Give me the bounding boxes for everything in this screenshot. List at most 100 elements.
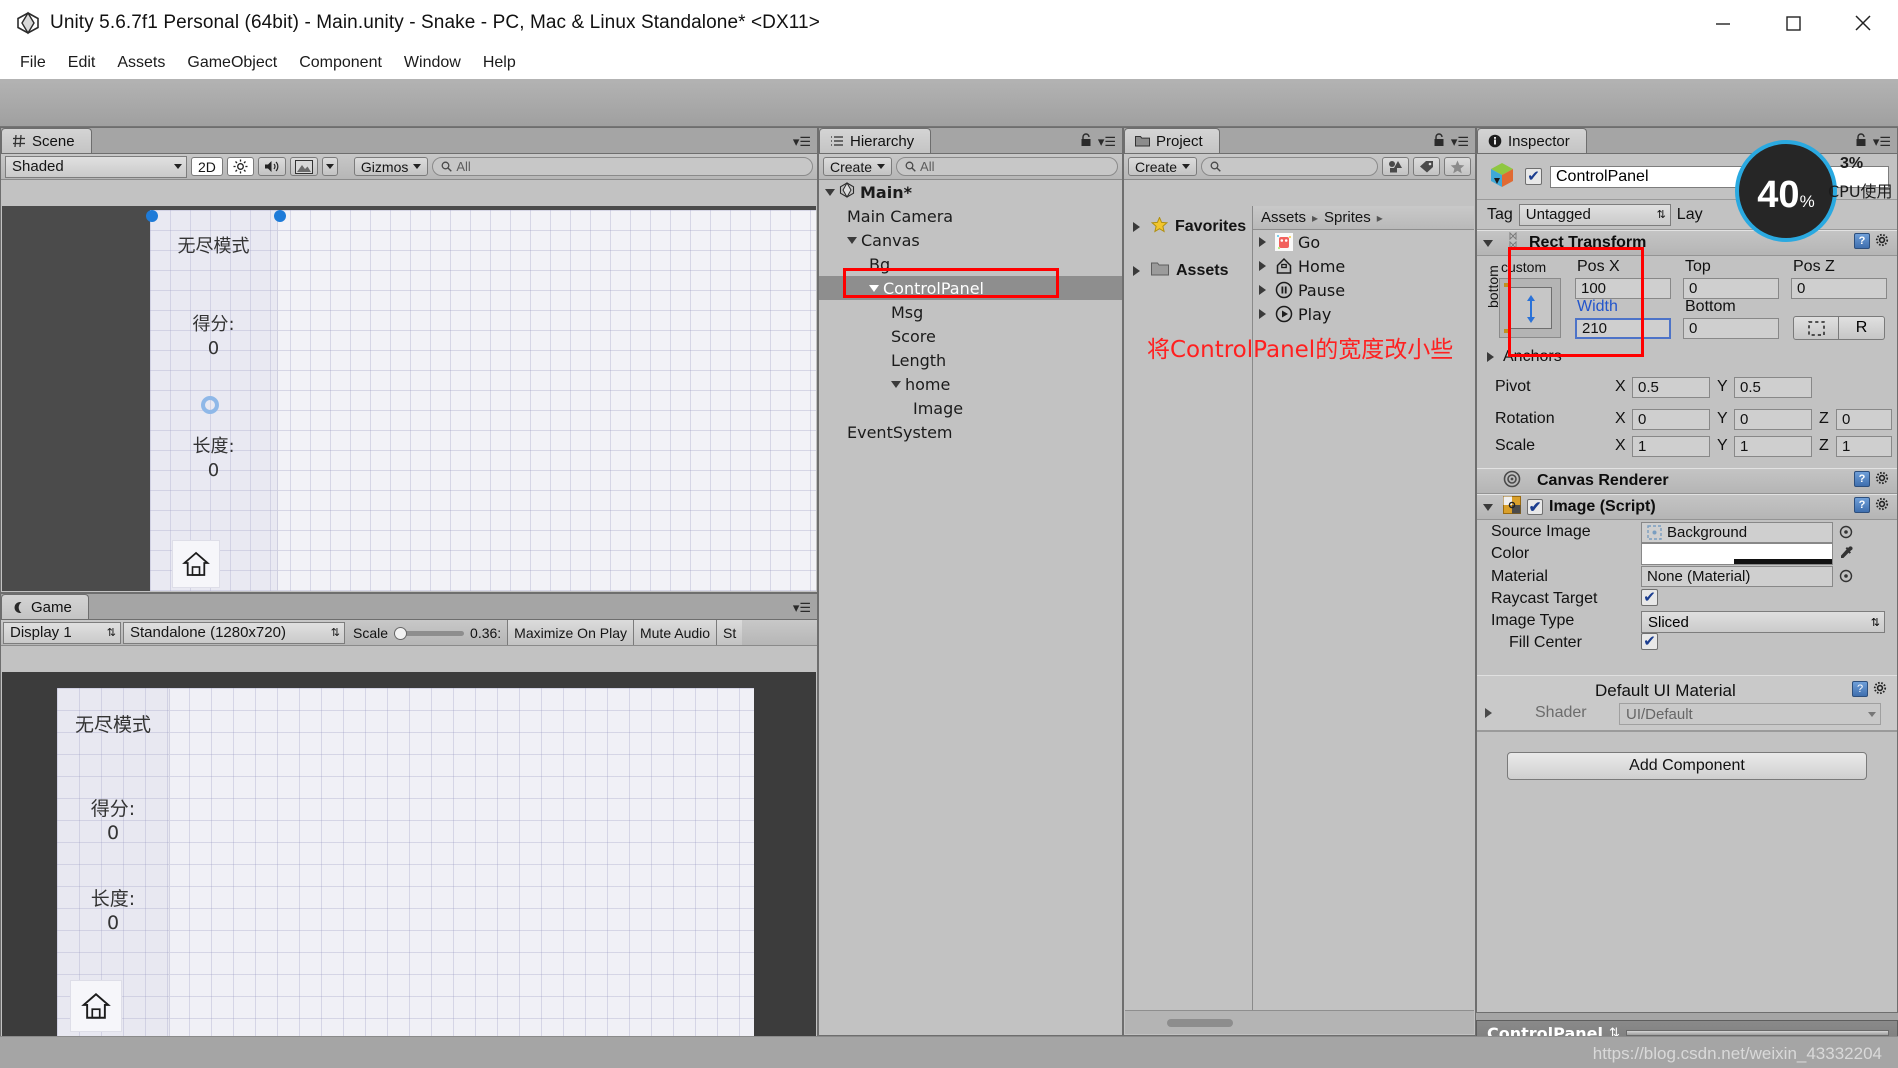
- material-picker-icon[interactable]: [1839, 569, 1853, 587]
- posx-input[interactable]: 100: [1575, 278, 1671, 299]
- project-contents[interactable]: Assets ▸ Sprites ▸ Go Home Pause Play: [1253, 206, 1474, 1010]
- breadcrumb-sprites[interactable]: Sprites: [1324, 209, 1371, 226]
- chevron-right-icon[interactable]: [1485, 708, 1492, 718]
- chevron-down-icon[interactable]: [869, 284, 879, 292]
- help-icon[interactable]: ?: [1854, 496, 1870, 513]
- tab-scene[interactable]: Scene: [1, 128, 92, 153]
- hierarchy-item-score[interactable]: Score: [819, 324, 1122, 348]
- game-scale-slider[interactable]: Scale 0.36:: [347, 625, 507, 641]
- chevron-right-icon[interactable]: [1259, 237, 1266, 247]
- tab-inspector[interactable]: Inspector: [1477, 128, 1587, 153]
- lock-icon[interactable]: [1855, 133, 1867, 151]
- color-eyedropper-icon[interactable]: [1839, 545, 1854, 564]
- raycast-target-checkbox[interactable]: [1641, 589, 1658, 606]
- material-input[interactable]: None (Material): [1641, 566, 1833, 587]
- gameobject-enabled-checkbox[interactable]: [1525, 168, 1542, 185]
- chevron-right-icon[interactable]: [1133, 222, 1140, 232]
- lock-icon[interactable]: [1433, 133, 1445, 151]
- minimize-icon[interactable]: [1688, 0, 1758, 46]
- lighting-icon[interactable]: [226, 157, 254, 176]
- project-create-button[interactable]: Create: [1128, 157, 1198, 176]
- chevron-down-icon[interactable]: [847, 236, 857, 244]
- filter-by-type-icon[interactable]: [1382, 157, 1409, 176]
- pivot-x-input[interactable]: 0.5: [1632, 377, 1710, 398]
- project-asset-pause[interactable]: Pause: [1253, 278, 1474, 302]
- chevron-right-icon[interactable]: [1259, 261, 1266, 271]
- chevron-down-icon[interactable]: [825, 188, 835, 196]
- scale-z-input[interactable]: 1: [1836, 436, 1892, 457]
- tab-project[interactable]: Project: [1124, 128, 1220, 153]
- hierarchy-item-image[interactable]: Image: [819, 396, 1122, 420]
- scene-drawmode-dropdown[interactable]: Shaded: [5, 155, 187, 178]
- hierarchy-item-bg[interactable]: Bg: [819, 252, 1122, 276]
- project-asset-go[interactable]: Go: [1253, 230, 1474, 254]
- menu-assets[interactable]: Assets: [106, 51, 176, 75]
- mute-audio-toggle[interactable]: Mute Audio: [633, 620, 718, 645]
- scene-viewport[interactable]: 无尽模式 得分: 0 长度: 0: [2, 206, 816, 591]
- source-image-input[interactable]: Background: [1641, 522, 1833, 543]
- close-icon[interactable]: [1828, 0, 1898, 46]
- scene-search-input[interactable]: All: [432, 157, 813, 176]
- favorites-star-icon[interactable]: [1444, 157, 1471, 176]
- chevron-down-icon[interactable]: [1483, 239, 1493, 247]
- hierarchy-tree[interactable]: Main* Main Camera Canvas Bg ControlPanel Msg S…: [819, 180, 1122, 1035]
- gear-icon[interactable]: [1875, 471, 1891, 492]
- hierarchy-panel-menu-icon[interactable]: ▾☰: [1098, 134, 1116, 150]
- width-input[interactable]: 210: [1575, 318, 1671, 339]
- chevron-down-icon[interactable]: [891, 380, 901, 388]
- maximize-on-play-toggle[interactable]: Maximize On Play: [507, 620, 634, 645]
- hierarchy-item-eventsystem[interactable]: EventSystem: [819, 420, 1122, 444]
- menu-edit[interactable]: Edit: [57, 51, 107, 75]
- menu-gameobject[interactable]: GameObject: [176, 51, 288, 75]
- chevron-right-icon[interactable]: [1259, 285, 1266, 295]
- fill-center-checkbox[interactable]: [1641, 633, 1658, 650]
- component-header-rect-transform[interactable]: Rect Transform ?: [1477, 230, 1897, 256]
- help-icon[interactable]: ?: [1854, 470, 1870, 487]
- help-icon[interactable]: ?: [1854, 232, 1870, 249]
- inspector-panel-menu-icon[interactable]: ▾☰: [1873, 134, 1891, 150]
- scene-panel-menu-icon[interactable]: ▾☰: [793, 134, 811, 150]
- scale-x-input[interactable]: 1: [1632, 436, 1710, 457]
- hierarchy-item-length[interactable]: Length: [819, 348, 1122, 372]
- rotation-x-input[interactable]: 0: [1632, 409, 1710, 430]
- effects-icon[interactable]: [289, 157, 318, 176]
- shader-dropdown[interactable]: UI/Default: [1619, 703, 1881, 725]
- hierarchy-item-home[interactable]: home: [819, 372, 1122, 396]
- image-type-dropdown[interactable]: Sliced ⇅: [1641, 611, 1885, 633]
- project-scroll-thumb[interactable]: [1167, 1018, 1233, 1027]
- project-panel-menu-icon[interactable]: ▾☰: [1451, 134, 1469, 150]
- home-icon[interactable]: [70, 980, 122, 1032]
- chevron-right-icon[interactable]: [1133, 266, 1140, 276]
- project-asset-list[interactable]: Go Home Pause Play: [1253, 230, 1474, 326]
- tab-hierarchy[interactable]: Hierarchy: [819, 128, 932, 153]
- menu-window[interactable]: Window: [393, 51, 472, 75]
- stats-toggle[interactable]: St: [717, 620, 743, 645]
- pivot-y-input[interactable]: 0.5: [1734, 377, 1812, 398]
- effects-dropdown-icon[interactable]: [321, 157, 338, 176]
- filter-by-label-icon[interactable]: [1413, 157, 1440, 176]
- breadcrumb-assets[interactable]: Assets: [1261, 209, 1306, 226]
- scale-y-input[interactable]: 1: [1734, 436, 1812, 457]
- game-resolution-dropdown[interactable]: Standalone (1280x720) ⇅: [123, 621, 345, 644]
- project-tree-item-assets[interactable]: Assets: [1125, 256, 1252, 286]
- gear-icon[interactable]: [1873, 681, 1889, 701]
- help-icon[interactable]: ?: [1852, 681, 1868, 697]
- game-panel-menu-icon[interactable]: ▾☰: [793, 600, 811, 616]
- gizmos-button[interactable]: Gizmos: [353, 157, 429, 176]
- raw-edit-button[interactable]: R: [1839, 316, 1885, 340]
- menu-help[interactable]: Help: [472, 51, 527, 75]
- anchors-foldout[interactable]: Anchors: [1487, 348, 1562, 366]
- project-asset-play[interactable]: Play: [1253, 302, 1474, 326]
- lock-icon[interactable]: [1080, 133, 1092, 151]
- menu-component[interactable]: Component: [288, 51, 393, 75]
- hierarchy-item-main-[interactable]: Main*: [819, 180, 1122, 204]
- hierarchy-item-controlpanel[interactable]: ControlPanel: [819, 276, 1122, 300]
- hierarchy-create-button[interactable]: Create: [823, 157, 893, 176]
- chevron-right-icon[interactable]: [1259, 309, 1266, 319]
- maximize-icon[interactable]: [1758, 0, 1828, 46]
- chevron-down-icon[interactable]: [1483, 503, 1493, 511]
- color-swatch[interactable]: [1641, 543, 1833, 565]
- hierarchy-item-canvas[interactable]: Canvas: [819, 228, 1122, 252]
- top-input[interactable]: 0: [1683, 278, 1779, 299]
- game-viewport[interactable]: 无尽模式 得分: 0 长度: 0: [2, 672, 816, 1066]
